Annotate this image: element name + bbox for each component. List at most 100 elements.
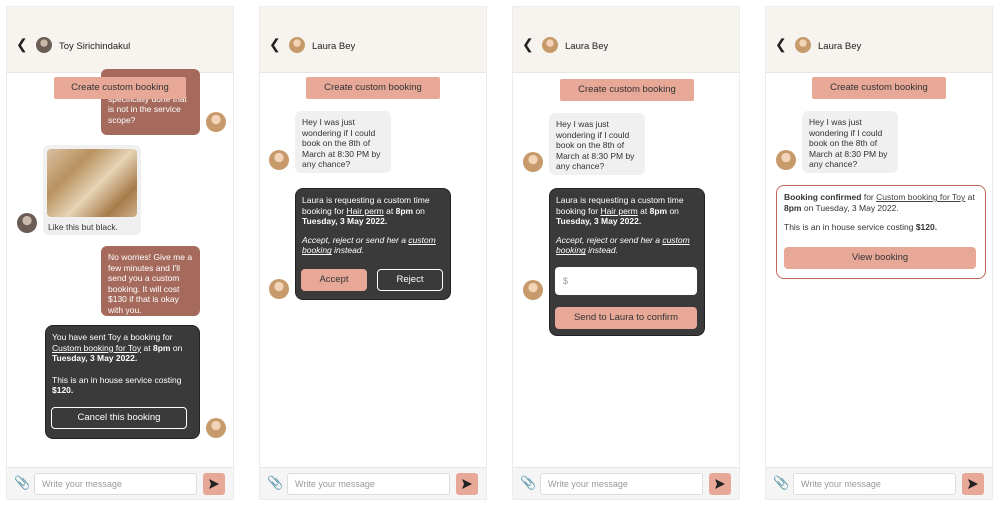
contact-avatar [523,152,543,172]
chat-screen-toy-sent-booking: ❮ Toy Sirichindakul want anything specif… [6,6,234,500]
back-arrow-icon[interactable]: ❮ [16,37,30,51]
back-arrow-icon[interactable]: ❮ [522,37,536,51]
contact-avatar [269,279,289,299]
send-button[interactable] [456,473,478,495]
service-link[interactable]: Hair perm [346,206,383,216]
message-bubble-incoming: Hey I was just wondering if I could book… [549,113,645,175]
chat-screen-laura-confirmed: ❮ Laura Bey Create custom booking Hey I … [765,6,993,500]
attach-paperclip-icon[interactable]: 📎 [14,475,30,493]
attach-paperclip-icon[interactable]: 📎 [520,475,536,493]
photo-message: Like this but black. [43,145,141,235]
contact-avatar [269,150,289,170]
create-custom-booking-button[interactable]: Create custom booking [54,77,186,99]
service-text: This is an in house service costing [52,374,182,385]
contact-avatar [776,150,796,170]
on-text: on [415,205,425,216]
message-input[interactable]: Write your message [540,473,703,495]
sent-line: You have sent Toy a booking for [52,332,173,342]
message-bubble-outgoing: No worries! Give me a few minutes and I'… [101,246,200,316]
booking-request-card: Laura is requesting a custom time bookin… [295,188,451,300]
back-arrow-icon[interactable]: ❮ [269,37,283,51]
message-composer: 📎 Write your message [7,467,233,499]
message-input[interactable]: Write your message [287,473,450,495]
booking-time: 8pm [395,205,414,216]
on-text: on [669,205,679,216]
back-arrow-icon[interactable]: ❮ [775,37,789,51]
reject-button[interactable]: Reject [377,269,443,291]
request-instructions: Accept, reject or send her a custom book… [556,235,698,256]
send-icon [968,479,978,489]
booking-link[interactable]: Custom booking for Toy [52,343,141,353]
confirm-text: Booking confirmed for Custom booking for… [784,192,978,213]
service-link[interactable]: Hair perm [600,206,637,216]
send-button[interactable] [709,473,731,495]
confirmed-title: Booking confirmed [784,192,862,202]
contact-name: Laura Bey [565,41,609,52]
contact-name: Laura Bey [818,41,862,52]
create-custom-booking-button[interactable]: Create custom booking [812,77,946,99]
instructions-text: Accept, reject or send her a [556,234,660,245]
send-icon [462,479,472,489]
chat-screen-laura-custom-price: ❮ Laura Bey Create custom booking Hey I … [512,6,740,500]
booking-date: Tuesday, 3 May 2022. [556,216,642,227]
accept-button[interactable]: Accept [301,269,367,291]
send-icon [209,479,219,489]
instructions-text: Accept, reject or send her a [302,234,406,245]
send-button[interactable] [203,473,225,495]
chat-header: ❮ Toy Sirichindakul [7,7,233,73]
at-text: at [143,342,151,353]
message-text: No worries! Give me a few minutes and I'… [108,252,193,315]
contact-name: Laura Bey [312,41,356,52]
contact-avatar [542,37,558,53]
booking-time: 8pm [152,342,171,353]
request-text: Laura is requesting a custom time bookin… [556,195,698,227]
request-text: Laura is requesting a custom time bookin… [302,195,444,227]
message-composer: 📎 Write your message [260,467,486,499]
message-bubble-incoming: Hey I was just wondering if I could book… [295,111,391,173]
on-text: on [803,202,814,213]
message-text: Hey I was just wondering if I could book… [556,119,635,172]
booking-request-card: Laura is requesting a custom time bookin… [549,188,705,336]
service-price: $120. [915,222,938,233]
service-cost-text: This is an in house service costing $120… [784,222,978,233]
cancel-booking-button[interactable]: Cancel this booking [51,407,187,429]
hair-photo-image[interactable] [47,149,137,217]
view-booking-button[interactable]: View booking [784,247,976,269]
contact-avatar [795,37,811,53]
message-input[interactable]: Write your message [34,473,197,495]
chat-screen-laura-request: ❮ Laura Bey Create custom booking Hey I … [259,6,487,500]
instead-text: instead. [334,245,364,256]
chat-header: ❮ Laura Bey [766,7,992,73]
booking-sent-text: You have sent Toy a booking for Custom b… [52,332,193,364]
price-input[interactable]: $ [555,267,697,295]
send-to-confirm-button[interactable]: Send to Laura to confirm [555,307,697,329]
service-text: This is an in house service costing [784,222,914,233]
attach-paperclip-icon[interactable]: 📎 [773,475,789,493]
booking-confirmed-card: Booking confirmed for Custom booking for… [776,185,986,279]
booking-sent-card: You have sent Toy a booking for Custom b… [45,325,200,439]
message-bubble-incoming: Hey I was just wondering if I could book… [802,111,898,173]
chat-header: ❮ Laura Bey [513,7,739,73]
booking-date: Tuesday, 3 May 2022. [302,216,388,227]
for-text: for [863,192,874,202]
screens-stage: ❮ Toy Sirichindakul want anything specif… [0,0,1000,507]
create-custom-booking-button[interactable]: Create custom booking [560,79,694,101]
on-text: on [172,342,183,353]
booking-time: 8pm [649,205,668,216]
attach-paperclip-icon[interactable]: 📎 [267,475,283,493]
send-icon [715,479,725,489]
message-input[interactable]: Write your message [793,473,956,495]
photo-caption: Like this but black. [48,222,118,232]
message-composer: 📎 Write your message [766,467,992,499]
create-custom-booking-button[interactable]: Create custom booking [306,77,440,99]
contact-avatar [36,37,52,53]
contact-avatar [523,280,543,300]
booking-time: 8pm [784,202,802,213]
contact-avatar [289,37,305,53]
send-button[interactable] [962,473,984,495]
contact-avatar [17,213,37,233]
booking-link[interactable]: Custom booking for Toy [876,192,965,202]
own-avatar [206,418,226,438]
at-text: at [967,192,975,202]
contact-name: Toy Sirichindakul [59,41,131,52]
